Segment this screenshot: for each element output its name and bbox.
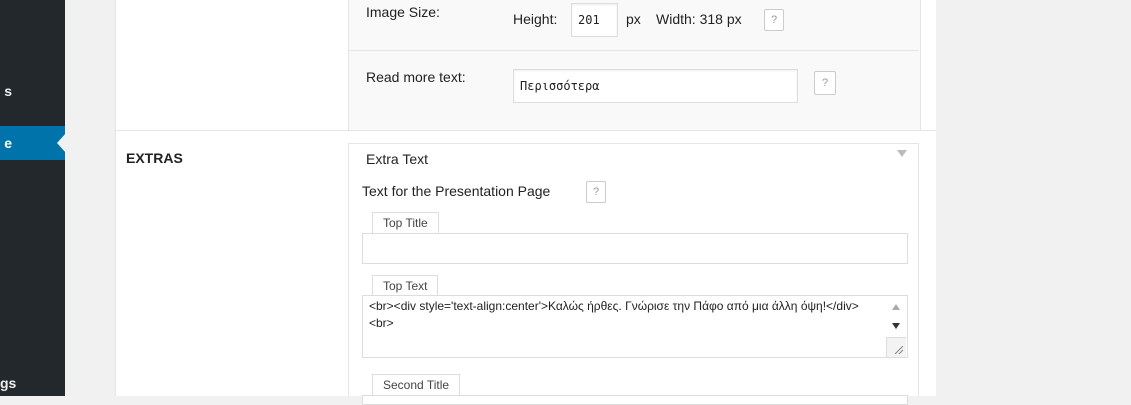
top-title-field[interactable] bbox=[362, 233, 908, 264]
presentation-page-label: Text for the Presentation Page bbox=[362, 183, 551, 199]
image-width-text: Width: 318 px bbox=[656, 11, 742, 27]
row-divider bbox=[348, 50, 919, 51]
collapse-arrow-icon[interactable] bbox=[897, 150, 907, 157]
extras-section-label: EXTRAS bbox=[126, 150, 183, 166]
section-divider bbox=[115, 130, 936, 131]
read-more-label: Read more text: bbox=[366, 69, 466, 85]
sidebar-item[interactable]: s bbox=[0, 74, 65, 108]
top-title-tab: Top Title bbox=[372, 212, 439, 234]
image-height-input[interactable] bbox=[571, 3, 618, 37]
second-title-tab: Second Title bbox=[372, 374, 461, 396]
page-background-right bbox=[936, 0, 1131, 396]
sidebar-item-settings[interactable]: gs bbox=[0, 366, 65, 400]
resize-handle-icon[interactable] bbox=[886, 337, 906, 357]
top-text-tab: Top Text bbox=[372, 275, 439, 297]
scroll-up-arrow-icon[interactable] bbox=[892, 304, 900, 310]
image-size-help-button[interactable]: ? bbox=[764, 9, 784, 31]
sidebar-item-current[interactable]: e bbox=[0, 126, 65, 160]
height-label: Height: bbox=[513, 11, 558, 27]
top-text-textarea[interactable] bbox=[362, 295, 908, 358]
extra-text-postbox bbox=[348, 143, 919, 396]
second-title-field[interactable] bbox=[362, 395, 908, 405]
read-more-help-button[interactable]: ? bbox=[814, 71, 836, 95]
admin-sidebar: s e gs bbox=[0, 0, 65, 396]
sidebar-item-label: e bbox=[4, 135, 12, 151]
sidebar-item-label: gs bbox=[0, 375, 17, 391]
sidebar-item-label: s bbox=[4, 83, 12, 99]
extra-text-title[interactable]: Extra Text bbox=[366, 151, 428, 167]
scroll-down-arrow-icon[interactable] bbox=[892, 323, 900, 329]
read-more-input[interactable] bbox=[513, 69, 798, 103]
height-unit: px bbox=[626, 11, 641, 27]
current-menu-arrow-icon bbox=[57, 133, 66, 153]
image-size-label: Image Size: bbox=[366, 4, 440, 20]
presentation-help-button[interactable]: ? bbox=[586, 181, 606, 203]
